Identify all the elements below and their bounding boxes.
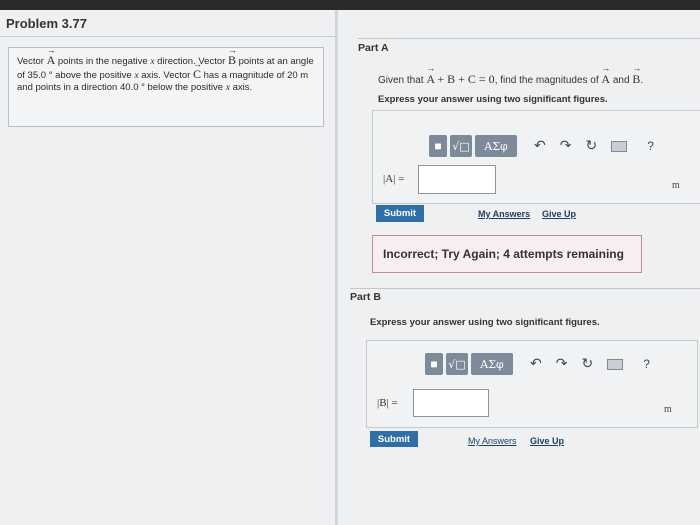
part-b-divider [350,288,700,289]
part-a-unit: m [672,180,680,191]
greek-symbols-button[interactable]: ΑΣφ [475,135,517,157]
part-b-give-up-link[interactable]: Give Up [530,436,564,446]
vector-a: A [601,72,610,86]
problem-statement: Vector A points in the negative x direct… [8,47,324,127]
part-b-unit: m [664,404,672,415]
help-icon[interactable]: ? [643,357,650,371]
vector-symbol: B [228,53,236,67]
period: . [640,75,644,86]
problem-panel: Problem 3.77 Vector A points in the nega… [0,10,335,525]
statement-text: points in the negative [55,56,151,67]
greek-symbols-button[interactable]: ΑΣφ [471,353,513,375]
redo-icon[interactable]: ↷ [560,138,572,154]
part-b-label: Part B [350,291,381,303]
magnitude-b-label: |B| = [377,397,398,409]
keyboard-icon[interactable] [611,140,628,152]
title-divider [0,36,335,37]
vector-b: B [632,72,640,86]
statement-text: axis. Vector [138,70,193,81]
question-prefix: Given that [378,75,427,86]
part-b-toolbar: ■ √□ ΑΣφ ↶ ↷ ↻ ? [425,353,650,375]
top-bar [0,0,700,10]
part-a-label: Part A [358,42,389,54]
statement-text: Vector [17,56,47,67]
help-icon[interactable]: ? [647,139,654,153]
part-a-instruction: Express your answer using two significan… [378,94,608,105]
magnitude-b-input[interactable] [413,389,489,417]
part-b-submit-button[interactable]: Submit [370,431,418,447]
keyboard-icon[interactable] [607,358,624,370]
root-button[interactable]: √□ [450,135,472,157]
undo-icon[interactable]: ↶ [534,138,546,154]
answer-panel: Part A Given that A + B + C = 0, find th… [338,10,700,525]
template-button[interactable]: ■ [429,135,447,157]
part-b-instruction: Express your answer using two significan… [370,317,600,328]
vector-symbol: A [47,53,56,67]
part-a-question: Given that A + B + C = 0, find the magni… [378,72,643,87]
magnitude-a-label: |A| = [383,173,405,185]
part-a-answer-box: ■ √□ ΑΣφ ↶ ↷ ↻ ? |A| = [372,110,700,204]
part-a-feedback: Incorrect; Try Again; 4 attempts remaini… [372,235,642,273]
reset-icon[interactable]: ↻ [585,138,597,154]
part-a-my-answers-link[interactable]: My Answers [478,209,530,219]
undo-icon[interactable]: ↶ [530,356,542,372]
question-mid: , find the magnitudes of [494,75,602,86]
and-text: and [610,75,633,86]
part-a-submit-button[interactable]: Submit [376,205,424,222]
statement-text: axis. [229,82,253,93]
vector-symbol: C [193,67,201,81]
part-b-answer-box: ■ √□ ΑΣφ ↶ ↷ ↻ ? |B| = [366,340,698,428]
part-a-divider [358,38,700,39]
statement-text: direction. Vector [154,56,228,67]
redo-icon[interactable]: ↷ [556,356,568,372]
reset-icon[interactable]: ↻ [581,356,593,372]
part-a-give-up-link[interactable]: Give Up [542,209,576,219]
magnitude-a-input[interactable] [418,165,496,194]
equation: A + B + C = 0 [426,72,494,86]
root-button[interactable]: √□ [446,353,468,375]
part-a-toolbar: ■ √□ ΑΣφ ↶ ↷ ↻ ? [429,135,654,157]
problem-title: Problem 3.77 [6,16,87,31]
part-b-my-answers-link[interactable]: My Answers [468,436,517,446]
template-button[interactable]: ■ [425,353,443,375]
